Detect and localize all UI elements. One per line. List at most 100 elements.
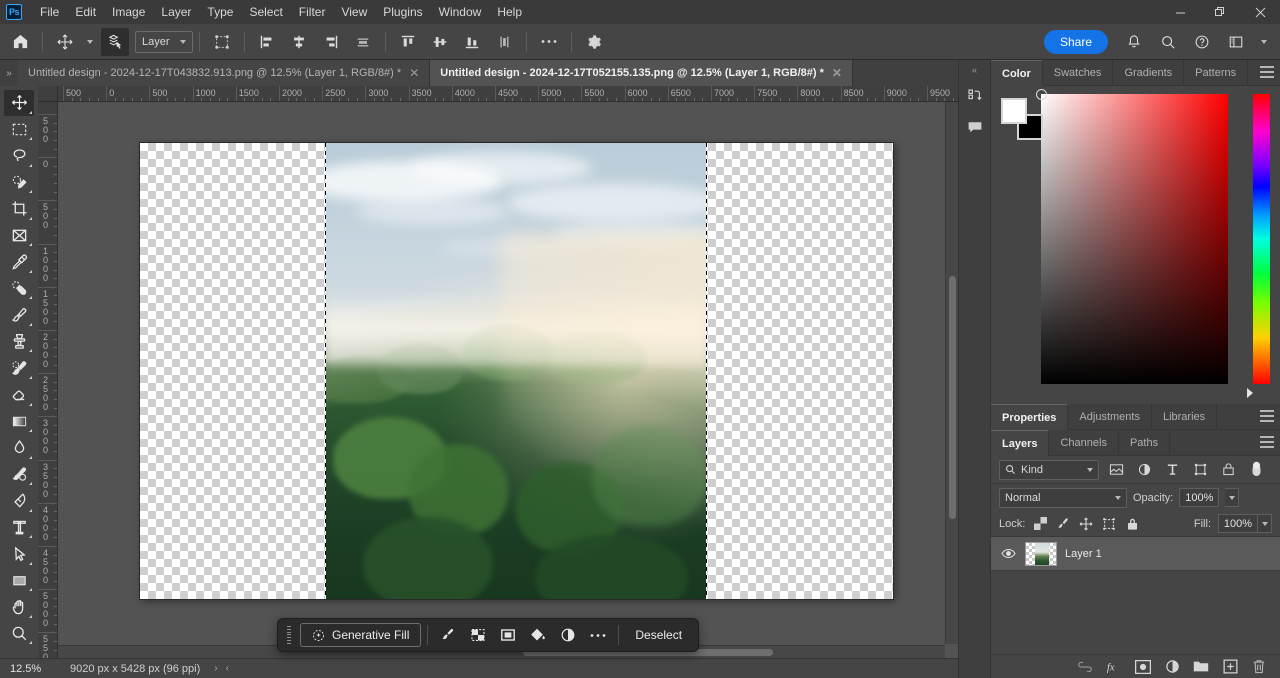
menu-filter[interactable]: Filter xyxy=(291,0,334,24)
minimize-button[interactable] xyxy=(1160,0,1200,24)
new-adjustment-layer-icon[interactable] xyxy=(1164,659,1180,675)
document-tab-2[interactable]: Untitled design - 2024-12-17T052155.135.… xyxy=(430,60,853,86)
filter-smart-object-icon[interactable] xyxy=(1217,460,1239,480)
menu-window[interactable]: Window xyxy=(431,0,490,24)
workspace-chevron-down-icon[interactable] xyxy=(1256,28,1272,56)
distribute-vertically-icon[interactable] xyxy=(490,28,518,56)
move-tool-options-chevron-down-icon[interactable] xyxy=(83,28,97,56)
layer-name[interactable]: Layer 1 xyxy=(1065,548,1102,560)
select-subject-icon[interactable] xyxy=(434,622,462,648)
layer-thumbnail[interactable] xyxy=(1025,542,1057,566)
more-options-icon[interactable] xyxy=(535,28,563,56)
workspace-switcher-icon[interactable] xyxy=(1222,28,1250,56)
dodge-tool[interactable] xyxy=(4,462,34,488)
hue-slider-marker[interactable] xyxy=(1247,388,1253,398)
comments-panel-icon[interactable] xyxy=(962,114,988,140)
new-layer-icon[interactable] xyxy=(1222,659,1238,675)
canvas-vertical-scrollbar[interactable] xyxy=(945,102,958,644)
color-picker-field[interactable] xyxy=(1041,94,1228,384)
zoom-tool[interactable] xyxy=(4,621,34,647)
distribute-horizontally-icon[interactable] xyxy=(349,28,377,56)
panel-menu-icon[interactable] xyxy=(1260,436,1274,448)
status-next-arrow-icon[interactable]: › xyxy=(214,663,217,674)
document-tab-1[interactable]: Untitled design - 2024-12-17T043832.913.… xyxy=(18,60,430,86)
eye-icon[interactable] xyxy=(999,548,1017,559)
frame-tool[interactable] xyxy=(4,223,34,249)
panel-menu-icon[interactable] xyxy=(1260,66,1274,78)
delete-layer-icon[interactable] xyxy=(1251,659,1267,675)
close-button[interactable] xyxy=(1240,0,1280,24)
align-left-edges-icon[interactable] xyxy=(253,28,281,56)
rectangle-tool[interactable] xyxy=(4,568,34,594)
deselect-button[interactable]: Deselect xyxy=(625,628,692,642)
rectangular-marquee-tool[interactable] xyxy=(4,117,34,143)
filter-shape-icon[interactable] xyxy=(1189,460,1211,480)
eraser-tool[interactable] xyxy=(4,382,34,408)
tab-paths[interactable]: Paths xyxy=(1119,430,1170,456)
home-icon[interactable] xyxy=(6,28,34,56)
hand-tool[interactable] xyxy=(4,594,34,620)
zoom-level-field[interactable]: 12.5% xyxy=(0,663,62,675)
tab-gradients[interactable]: Gradients xyxy=(1113,60,1184,86)
adjustment-layer-icon[interactable] xyxy=(554,622,582,648)
share-button[interactable]: Share xyxy=(1044,30,1108,54)
menu-help[interactable]: Help xyxy=(489,0,530,24)
auto-select-layers-icon[interactable] xyxy=(101,28,129,56)
more-icon[interactable] xyxy=(584,622,612,648)
filter-type-icon[interactable] xyxy=(1161,460,1183,480)
color-picker-marker[interactable] xyxy=(1036,89,1047,100)
blend-mode-select[interactable]: Normal xyxy=(999,488,1127,508)
menu-edit[interactable]: Edit xyxy=(67,0,104,24)
new-group-icon[interactable] xyxy=(1193,659,1209,675)
create-mask-icon[interactable] xyxy=(494,622,522,648)
move-tool[interactable] xyxy=(4,90,34,116)
tab-adjustments[interactable]: Adjustments xyxy=(1068,404,1152,430)
object-selection-tool[interactable] xyxy=(4,170,34,196)
drag-handle[interactable] xyxy=(284,624,294,646)
clone-stamp-tool[interactable] xyxy=(4,329,34,355)
menu-image[interactable]: Image xyxy=(104,0,153,24)
fill-input[interactable]: 100% xyxy=(1218,514,1258,533)
fill-chevron-down-icon[interactable] xyxy=(1258,514,1272,533)
link-layers-icon[interactable] xyxy=(1077,659,1093,675)
fill-selection-icon[interactable] xyxy=(524,622,552,648)
filter-toggle-icon[interactable] xyxy=(1245,460,1267,480)
opacity-chevron-down-icon[interactable] xyxy=(1225,488,1239,507)
tab-channels[interactable]: Channels xyxy=(1049,430,1118,456)
close-icon[interactable]: ✕ xyxy=(409,66,419,80)
hue-slider[interactable] xyxy=(1253,94,1270,384)
align-horizontal-centers-icon[interactable] xyxy=(285,28,313,56)
history-panel-icon[interactable] xyxy=(962,83,988,109)
notifications-bell-icon[interactable] xyxy=(1120,28,1148,56)
lock-all-icon[interactable] xyxy=(1124,516,1140,532)
menu-layer[interactable]: Layer xyxy=(153,0,199,24)
layer-group-select[interactable]: Layer xyxy=(135,31,193,53)
tab-libraries[interactable]: Libraries xyxy=(1152,404,1217,430)
lasso-tool[interactable] xyxy=(4,143,34,169)
tab-color[interactable]: Color xyxy=(991,60,1043,86)
layer-filter-kind-select[interactable]: Kind xyxy=(999,460,1099,480)
tabbar-collapse-icon[interactable]: » xyxy=(0,60,18,86)
tab-swatches[interactable]: Swatches xyxy=(1043,60,1114,86)
crop-tool[interactable] xyxy=(4,196,34,222)
status-prev-arrow-icon[interactable]: ‹ xyxy=(226,663,229,674)
lock-position-icon[interactable] xyxy=(1078,516,1094,532)
align-vertical-centers-icon[interactable] xyxy=(426,28,454,56)
layer-row-layer-1[interactable]: Layer 1 xyxy=(991,537,1280,571)
close-icon[interactable]: ✕ xyxy=(832,66,842,80)
vertical-ruler[interactable]: 5000500100015002000250030003500400045005… xyxy=(38,102,58,658)
opacity-input[interactable]: 100% xyxy=(1179,488,1219,507)
maximize-button[interactable] xyxy=(1200,0,1240,24)
brush-tool[interactable] xyxy=(4,302,34,328)
align-bottom-edges-icon[interactable] xyxy=(458,28,486,56)
search-icon[interactable] xyxy=(1154,28,1182,56)
blur-tool[interactable] xyxy=(4,435,34,461)
eyedropper-tool[interactable] xyxy=(4,249,34,275)
pen-tool[interactable] xyxy=(4,488,34,514)
horizontal-ruler[interactable]: 5000500100015002000250030003500400045005… xyxy=(58,86,958,102)
menu-type[interactable]: Type xyxy=(199,0,241,24)
menu-file[interactable]: File xyxy=(32,0,67,24)
dock-collapse-icon[interactable]: « xyxy=(972,62,977,78)
tab-properties[interactable]: Properties xyxy=(991,404,1068,430)
gradient-tool[interactable] xyxy=(4,409,34,435)
